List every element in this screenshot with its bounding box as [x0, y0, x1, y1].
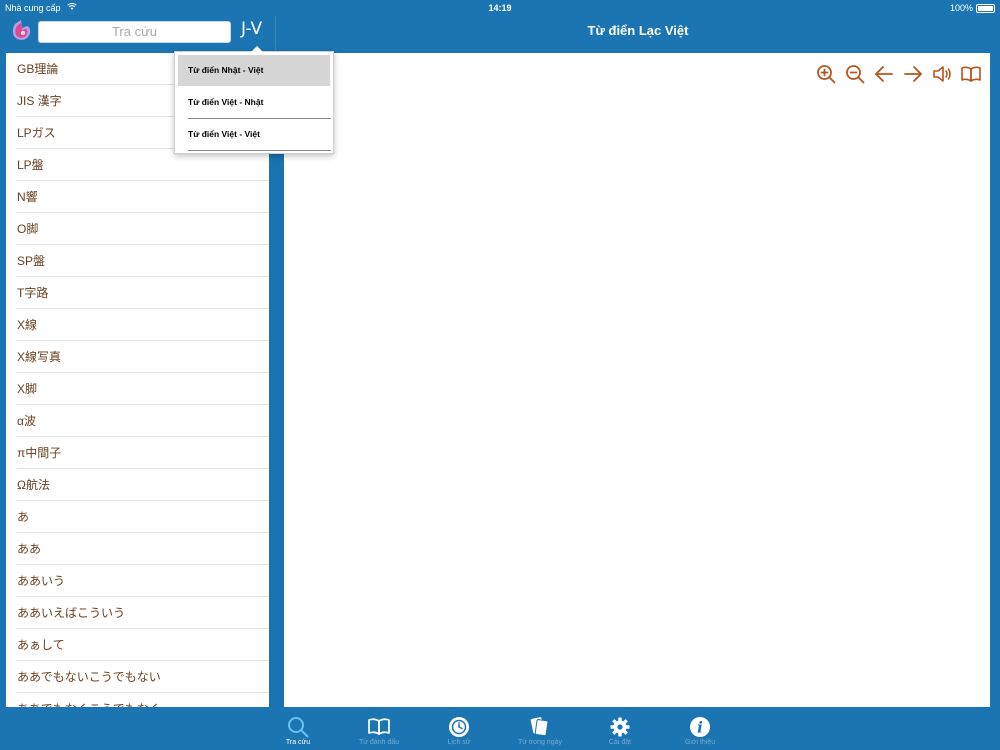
battery-percent: 100%: [949, 3, 973, 13]
tab-label: Lịch sử: [447, 739, 471, 746]
speaker-icon: [933, 66, 951, 82]
language-toggle-button[interactable]: J-V: [241, 19, 262, 39]
tab-settings[interactable]: Cài đặt: [585, 708, 655, 750]
list-item[interactable]: X線: [6, 309, 269, 341]
dictionary-option-ja-vi[interactable]: Từ điển Nhật - Việt: [178, 55, 330, 86]
dictionary-dropdown: Từ điển Nhật - Việt Từ điển Việt - Nhật …: [174, 46, 334, 154]
list-item[interactable]: N響: [6, 181, 269, 213]
list-item[interactable]: Ω航法: [6, 469, 269, 501]
search-input[interactable]: Tra cứu: [38, 21, 231, 43]
history-icon: [449, 717, 469, 737]
tab-label: Giới thiệu: [684, 739, 716, 746]
tab-bookmarks[interactable]: Từ đánh dấu: [344, 708, 414, 750]
list-item[interactable]: ああ: [6, 533, 269, 565]
zoom-in-button[interactable]: [815, 63, 837, 85]
list-item[interactable]: ああいう: [6, 565, 269, 597]
list-item[interactable]: SP盤: [6, 245, 269, 277]
tab-history[interactable]: Lịch sử: [424, 708, 494, 750]
list-item[interactable]: X脚: [6, 373, 269, 405]
tab-about[interactable]: i Giới thiệu: [665, 708, 735, 750]
dictionary-option-vi-vi[interactable]: Từ điển Việt - Việt: [178, 119, 330, 150]
page-title: Từ điển Lạc Việt: [587, 23, 689, 38]
list-item[interactable]: X線写真: [6, 341, 269, 373]
pronounce-button[interactable]: [931, 63, 953, 85]
list-item[interactable]: α波: [6, 405, 269, 437]
list-item[interactable]: ああいえばこういう: [6, 597, 269, 629]
info-icon: i: [690, 717, 710, 737]
tab-label: Cài đặt: [608, 739, 632, 746]
list-item[interactable]: ああでもなくこうでもなく: [6, 693, 269, 707]
dropdown-divider: [188, 150, 331, 151]
svg-text:i: i: [697, 719, 703, 737]
zoom-out-icon: [846, 65, 865, 84]
battery-icon: [976, 4, 995, 13]
clock: 14:19: [488, 3, 512, 13]
list-item[interactable]: ああでもないこうでもない: [6, 661, 269, 693]
tab-label: Từ đánh dấu: [358, 739, 400, 746]
tab-label: Tra cứu: [285, 739, 311, 746]
tab-search[interactable]: Tra cứu: [263, 708, 333, 750]
forward-button[interactable]: [902, 63, 924, 85]
list-item[interactable]: あ: [6, 501, 269, 533]
book-icon: [961, 66, 981, 82]
zoom-in-icon: [817, 65, 836, 84]
list-item[interactable]: O脚: [6, 213, 269, 245]
gear-icon: [610, 717, 630, 737]
list-item[interactable]: T字路: [6, 277, 269, 309]
dictionary-option-vi-ja[interactable]: Từ điển Việt - Nhật: [178, 87, 330, 118]
back-button[interactable]: [873, 63, 895, 85]
bookmark-button[interactable]: [960, 63, 982, 85]
app-logo-icon[interactable]: [11, 18, 33, 42]
status-bar: Nhà cung cấp 14:19 100%: [0, 0, 1000, 16]
cards-icon: [530, 717, 549, 737]
zoom-out-button[interactable]: [844, 63, 866, 85]
tab-word-of-day[interactable]: Từ trong ngày: [505, 708, 575, 750]
arrow-left-icon: [875, 66, 893, 82]
book-icon: [368, 718, 390, 735]
tab-label: Từ trong ngày: [518, 739, 562, 746]
arrow-right-icon: [904, 66, 922, 82]
tab-bar: Tra cứu Từ đánh dấu Lịch sử Từ trong ngà…: [0, 708, 1000, 750]
list-item[interactable]: あぁして: [6, 629, 269, 661]
definition-toolbar: [815, 63, 982, 85]
list-item[interactable]: π中間子: [6, 437, 269, 469]
search-icon: [288, 717, 309, 738]
definition-pane: [284, 53, 990, 707]
